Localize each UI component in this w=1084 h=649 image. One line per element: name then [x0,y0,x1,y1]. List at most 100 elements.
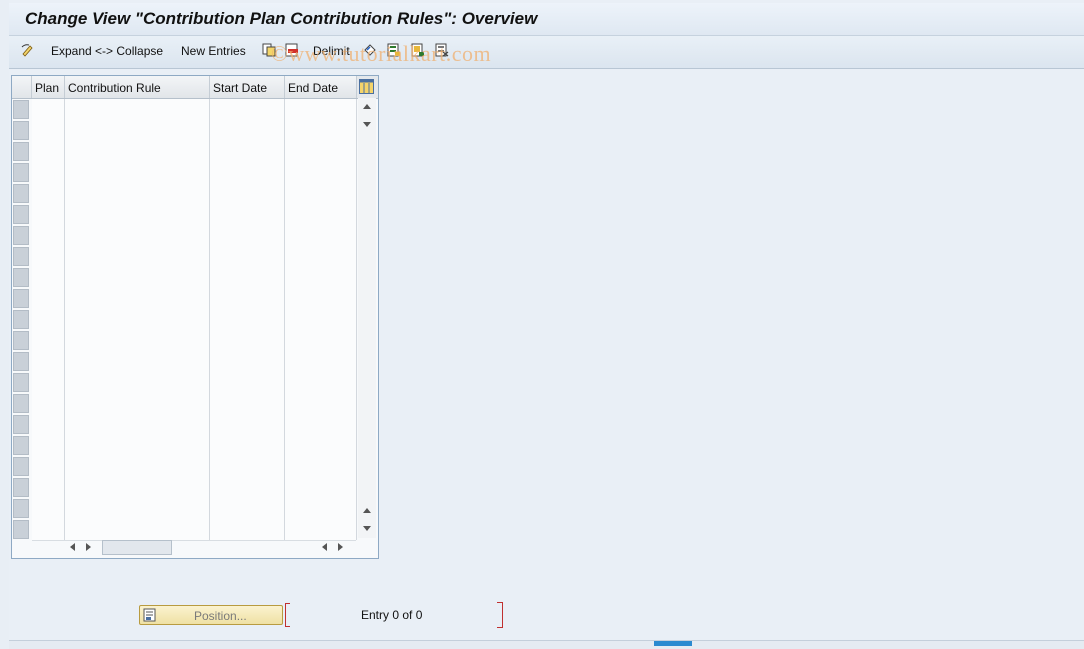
table-cell[interactable] [32,288,65,309]
row-selector[interactable] [13,415,29,434]
table-cell[interactable] [210,204,285,225]
row-selector[interactable] [13,121,29,140]
table-cell[interactable] [65,99,210,120]
table-cell[interactable] [65,477,210,498]
table-cell[interactable] [285,99,357,120]
table-cell[interactable] [285,330,357,351]
table-cell[interactable] [285,414,357,435]
table-cell[interactable] [32,498,65,519]
table-cell[interactable] [32,393,65,414]
table-settings-icon[interactable] [359,79,374,94]
table-cell[interactable] [65,330,210,351]
table-cell[interactable] [210,330,285,351]
table-cell[interactable] [65,351,210,372]
position-button[interactable]: Position... [139,605,283,625]
column-header-contribution-rule[interactable]: Contribution Rule [65,76,210,98]
column-header-end-date[interactable]: End Date [285,76,357,98]
table-cell[interactable] [65,120,210,141]
column-header-start-date[interactable]: Start Date [210,76,285,98]
row-selector[interactable] [13,100,29,119]
table-cell[interactable] [285,351,357,372]
table-cell[interactable] [32,99,65,120]
row-selector[interactable] [13,520,29,539]
scroll-up-arrow-icon[interactable] [363,104,371,109]
table-cell[interactable] [32,141,65,162]
table-cell[interactable] [285,477,357,498]
table-cell[interactable] [210,351,285,372]
select-all-rows-button[interactable] [12,76,32,98]
horizontal-scroll-thumb[interactable] [102,540,172,555]
table-cell[interactable] [210,414,285,435]
row-selector[interactable] [13,457,29,476]
horizontal-scrollbar-right[interactable] [318,540,358,554]
row-selector[interactable] [13,478,29,497]
table-cell[interactable] [210,99,285,120]
row-selector[interactable] [13,205,29,224]
table-cell[interactable] [285,435,357,456]
expand-collapse-button[interactable]: Expand <-> Collapse [51,44,163,58]
table-cell[interactable] [210,141,285,162]
table-cell[interactable] [32,204,65,225]
table-cell[interactable] [65,225,210,246]
row-selector[interactable] [13,310,29,329]
table-cell[interactable] [210,162,285,183]
table-cell[interactable] [210,393,285,414]
table-cell[interactable] [65,498,210,519]
table-cell[interactable] [65,246,210,267]
vertical-scrollbar[interactable] [358,98,376,538]
table-cell[interactable] [32,414,65,435]
table-cell[interactable] [285,183,357,204]
table-cell[interactable] [32,477,65,498]
table-cell[interactable] [32,456,65,477]
table-cell[interactable] [65,519,210,540]
table-cell[interactable] [210,519,285,540]
scroll-left-arrow-icon[interactable] [70,543,75,551]
table-cell[interactable] [210,246,285,267]
table-cell[interactable] [32,183,65,204]
display-change-icon[interactable] [21,43,35,57]
table-cell[interactable] [285,141,357,162]
row-selector[interactable] [13,352,29,371]
table-cell[interactable] [210,267,285,288]
table-cell[interactable] [285,204,357,225]
table-cell[interactable] [285,372,357,393]
table-cell[interactable] [285,393,357,414]
horizontal-scrollbar-left[interactable] [66,540,182,555]
table-cell[interactable] [65,456,210,477]
scroll-page-up-arrow-icon[interactable] [363,508,371,513]
table-cell[interactable] [32,162,65,183]
table-cell[interactable] [285,498,357,519]
table-cell[interactable] [65,267,210,288]
row-selector[interactable] [13,247,29,266]
table-cell[interactable] [32,372,65,393]
row-selector[interactable] [13,394,29,413]
table-cell[interactable] [210,183,285,204]
table-cell[interactable] [65,204,210,225]
table-cell[interactable] [32,309,65,330]
table-cell[interactable] [210,309,285,330]
table-cell[interactable] [32,330,65,351]
table-cell[interactable] [210,225,285,246]
row-selector[interactable] [13,331,29,350]
table-cell[interactable] [65,162,210,183]
row-selector[interactable] [13,184,29,203]
table-cell[interactable] [65,435,210,456]
table-cell[interactable] [32,519,65,540]
table-cell[interactable] [65,288,210,309]
table-cell[interactable] [32,246,65,267]
table-cell[interactable] [210,477,285,498]
table-cell[interactable] [285,519,357,540]
table-cell[interactable] [210,372,285,393]
table-cell[interactable] [285,309,357,330]
table-cell[interactable] [285,267,357,288]
row-selector[interactable] [13,163,29,182]
table-cell[interactable] [65,183,210,204]
scroll-left-arrow-icon[interactable] [322,543,327,551]
table-cell[interactable] [32,225,65,246]
new-entries-button[interactable]: New Entries [181,44,246,58]
row-selector[interactable] [13,436,29,455]
table-cell[interactable] [65,309,210,330]
scroll-right-arrow-icon[interactable] [86,543,91,551]
table-cell[interactable] [32,267,65,288]
row-selector[interactable] [13,289,29,308]
